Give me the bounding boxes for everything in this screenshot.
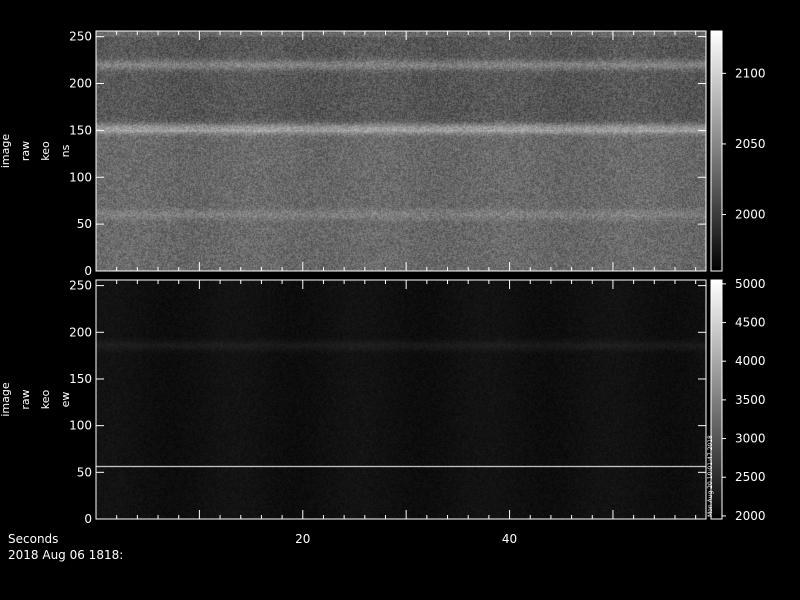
colorbar-tick-label-2000: 2000	[735, 509, 766, 523]
keogram-image-1	[96, 31, 706, 271]
y-tick-label-0: 0	[84, 264, 92, 278]
y-label-line-4: ns	[59, 144, 72, 157]
keogram-image-2	[96, 280, 706, 519]
y-label-line-2: raw	[19, 141, 32, 161]
y-tick-label-0: 0	[84, 512, 92, 526]
colorbar-tick-label-2000: 2000	[735, 208, 766, 222]
timestamp-note: Mon Aug 20 10:01:47 2018	[707, 435, 714, 517]
colorbar-tick-label-4500: 4500	[735, 316, 766, 330]
y-tick-label-200: 200	[69, 77, 92, 91]
y-tick-label-250: 250	[69, 279, 92, 293]
y-tick-label-50: 50	[77, 217, 92, 231]
colorbar-1	[710, 30, 723, 272]
y-tick-label-150: 150	[69, 123, 92, 137]
y-label-line-4: ew	[59, 392, 72, 408]
x-axis-label: Seconds	[8, 532, 58, 546]
y-tick-label-100: 100	[69, 419, 92, 433]
y-label-line-3: keo	[39, 141, 52, 161]
y-label-line-3: keo	[39, 389, 52, 409]
y-tick-label-150: 150	[69, 372, 92, 386]
keogram-panel-2: 0 50 100 150 200 250 20 40 image raw keo ew 2000 2500…	[0, 277, 766, 546]
date-line: 2018 Aug 06 1818:	[8, 548, 123, 562]
y-label-line-1: image	[0, 382, 12, 416]
y-tick-label-100: 100	[69, 170, 92, 184]
y-label-line-1: image	[0, 134, 12, 168]
keogram-panel-1: 0 50 100 150 200 250 image raw keo ns 2000 2050 2100	[0, 30, 766, 278]
y-tick-label-250: 250	[69, 30, 92, 44]
y-tick-label-200: 200	[69, 325, 92, 339]
colorbar-tick-label-5000: 5000	[735, 277, 766, 291]
colorbar-tick-label-2100: 2100	[735, 66, 766, 80]
colorbar-tick-label-4000: 4000	[735, 354, 766, 368]
x-tick-label-20: 20	[295, 532, 310, 546]
keogram-figure: 050100150200250image raw keo ns200020502100…	[0, 0, 800, 600]
colorbar-tick-label-2050: 2050	[735, 137, 766, 151]
panels-group: 050100150200250image raw keo ns200020502100…	[0, 30, 766, 546]
y-label-line-2: raw	[19, 389, 32, 409]
y-tick-label-50: 50	[77, 465, 92, 479]
colorbar-tick-label-3500: 3500	[735, 393, 766, 407]
colorbar-tick-label-2500: 2500	[735, 470, 766, 484]
colorbar-tick-label-3000: 3000	[735, 432, 766, 446]
x-tick-label-40: 40	[502, 532, 517, 546]
